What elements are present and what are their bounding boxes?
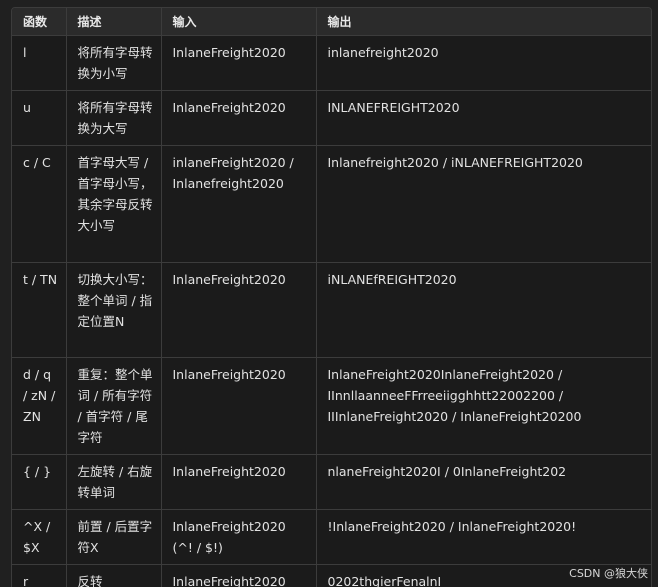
header-function: 函数 <box>12 8 67 36</box>
cell-function: l <box>12 35 67 91</box>
cell-function: d / q / zN / ZN <box>12 357 67 455</box>
cell-input: InlaneFreight2020 (^! / $!) <box>161 509 317 565</box>
cell-output: INLANEFREIGHT2020 <box>316 90 651 146</box>
cell-input: InlaneFreight2020 <box>161 90 317 146</box>
cell-input: InlaneFreight2020 <box>161 357 317 455</box>
cell-output: iNLANEfREIGHT2020 <box>316 262 651 358</box>
table-row: u 将所有字母转换为大写 InlaneFreight2020 INLANEFRE… <box>12 90 651 146</box>
cell-description: 将所有字母转换为大写 <box>66 90 162 146</box>
table-header-row: 函数 描述 输入 输出 <box>12 8 651 36</box>
cell-function: u <box>12 90 67 146</box>
table-row: r 反转 InlaneFreight2020 0202thgierFenalnI <box>12 564 651 587</box>
cell-input: InlaneFreight2020 <box>161 262 317 358</box>
cell-function: t / TN <box>12 262 67 358</box>
cell-output: inlanefreight2020 <box>316 35 651 91</box>
cell-function: ^X / $X <box>12 509 67 565</box>
cell-output: InlaneFreight2020InlaneFreight2020 / IIn… <box>316 357 651 455</box>
table-row: t / TN 切换大小写：整个单词 / 指定位置N InlaneFreight2… <box>12 262 651 358</box>
table-row: { / } 左旋转 / 右旋转单词 InlaneFreight2020 nlan… <box>12 454 651 510</box>
cell-output: nlaneFreight2020I / 0InlaneFreight202 <box>316 454 651 510</box>
watermark: CSDN @狼大侠 <box>569 567 648 580</box>
header-output: 输出 <box>316 8 651 36</box>
table-row: d / q / zN / ZN 重复：整个单词 / 所有字符 / 首字符 / 尾… <box>12 357 651 455</box>
cell-output: !InlaneFreight2020 / InlaneFreight2020! <box>316 509 651 565</box>
header-description: 描述 <box>66 8 162 36</box>
table: 函数 描述 输入 输出 l 将所有字母转换为小写 InlaneFreight20… <box>12 8 651 587</box>
cell-input: inlaneFreight2020 / Inlanefreight2020 <box>161 145 317 263</box>
rule-function-table: 函数 描述 输入 输出 l 将所有字母转换为小写 InlaneFreight20… <box>11 7 652 587</box>
cell-description: 重复：整个单词 / 所有字符 / 首字符 / 尾字符 <box>66 357 162 455</box>
table-row: c / C 首字母大写 / 首字母小写，其余字母反转大小写 inlaneFrei… <box>12 145 651 263</box>
cell-description: 将所有字母转换为小写 <box>66 35 162 91</box>
cell-description: 首字母大写 / 首字母小写，其余字母反转大小写 <box>66 145 162 263</box>
table-row: l 将所有字母转换为小写 InlaneFreight2020 inlanefre… <box>12 35 651 91</box>
header-input: 输入 <box>161 8 317 36</box>
cell-function: c / C <box>12 145 67 263</box>
cell-input: InlaneFreight2020 <box>161 35 317 91</box>
cell-description: 左旋转 / 右旋转单词 <box>66 454 162 510</box>
cell-description: 前置 / 后置字符X <box>66 509 162 565</box>
cell-description: 反转 <box>66 564 162 587</box>
cell-description: 切换大小写：整个单词 / 指定位置N <box>66 262 162 358</box>
table-row: ^X / $X 前置 / 后置字符X InlaneFreight2020 (^!… <box>12 509 651 565</box>
cell-input: InlaneFreight2020 <box>161 454 317 510</box>
cell-input: InlaneFreight2020 <box>161 564 317 587</box>
cell-function: { / } <box>12 454 67 510</box>
cell-output: Inlanefreight2020 / iNLANEFREIGHT2020 <box>316 145 651 263</box>
cell-function: r <box>12 564 67 587</box>
